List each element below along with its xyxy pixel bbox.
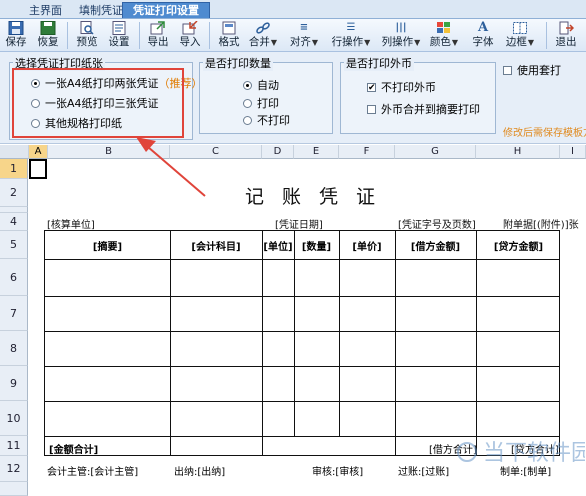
floppy-icon <box>8 21 24 35</box>
voucher-title: 记 账 凭 证 <box>244 186 382 208</box>
settings-button[interactable]: 设置 <box>107 20 131 51</box>
active-cell[interactable] <box>29 159 47 179</box>
foreign-no-print[interactable]: ✔ 不打印外币 <box>367 79 436 95</box>
align-icon: ≡ <box>299 22 309 33</box>
col-header-e[interactable]: E <box>294 145 339 159</box>
radio-selected[interactable] <box>243 80 252 90</box>
row-header[interactable]: 8 <box>0 331 28 366</box>
exit-icon <box>559 21 574 35</box>
date-field: [凭证日期] <box>275 220 323 231</box>
save-button[interactable]: 保存 <box>4 20 28 51</box>
row-header[interactable]: 4 <box>0 213 28 231</box>
col-header-f[interactable]: F <box>339 145 395 159</box>
rows-icon: ☰ <box>346 22 356 33</box>
row-ops-button[interactable]: ☰ 行操作▼ <box>330 20 372 51</box>
count-group-title: 是否打印数量 <box>203 55 273 71</box>
attach-field: 附单据[(附件)]张 <box>503 220 579 231</box>
import-button[interactable]: 导入 <box>178 20 202 51</box>
col-header-c[interactable]: C <box>170 145 262 159</box>
import-icon <box>182 21 198 35</box>
foreign-merge-summary[interactable]: 外币合并到摘要打印 <box>367 101 480 117</box>
checkbox[interactable] <box>503 65 512 75</box>
row-header[interactable]: 11 <box>0 436 28 456</box>
save-hint: 修改后需保存模板方 <box>503 128 586 139</box>
unit-field: [核算单位] <box>47 220 95 231</box>
col-header-a[interactable]: A <box>29 145 48 159</box>
settings-icon <box>112 21 126 35</box>
col-header-b[interactable]: B <box>48 145 170 159</box>
use-template-checkbox[interactable]: 使用套打 <box>503 62 561 78</box>
tab-bar: 主界面 填制凭证 凭证打印设置 <box>0 0 586 19</box>
header-debit: [借方金额] <box>410 242 461 253</box>
row-header[interactable] <box>0 482 28 496</box>
font-icon: A <box>477 20 489 35</box>
corner-cell[interactable] <box>0 145 29 159</box>
tab-print-settings[interactable]: 凭证打印设置 <box>122 2 210 18</box>
header-credit: [贷方金额] <box>493 242 544 253</box>
count-option-auto[interactable]: 自动 <box>243 77 279 93</box>
border-icon <box>513 22 527 34</box>
row-header[interactable]: 6 <box>0 259 28 296</box>
export-button[interactable]: 导出 <box>146 20 170 51</box>
count-option-none[interactable]: 不打印 <box>243 112 290 128</box>
row-header[interactable]: 12 <box>0 456 28 482</box>
header-quantity: [数量] <box>301 242 332 253</box>
count-option-print[interactable]: 打印 <box>243 95 279 111</box>
restore-icon <box>40 21 56 35</box>
exit-button[interactable]: 退出 <box>553 20 579 51</box>
row-header[interactable]: 5 <box>0 231 28 259</box>
signer-auditor: 审核:[审核] <box>312 467 364 478</box>
format-button[interactable]: 格式 <box>216 20 242 51</box>
watermark-logo: 当下软件园 <box>457 441 585 466</box>
watermark-text: 当下软件园 <box>483 441 585 466</box>
font-button[interactable]: A 字体 <box>470 20 496 51</box>
col-header-i[interactable]: I <box>560 145 586 159</box>
highlight-box <box>12 68 184 138</box>
signer-cashier: 出纳:[出纳] <box>174 467 226 478</box>
export-icon <box>150 21 165 35</box>
signer-poster: 过账:[过账] <box>398 467 450 478</box>
col-ops-button[interactable]: ||| 列操作▼ <box>380 20 422 51</box>
border-button[interactable]: 边框▼ <box>505 20 535 51</box>
toolbar: 保存 恢复 预览 设置 导出 导入 格式 合并▼ ≡ 对齐▼ ☰ 行操作▼ ||… <box>0 19 586 52</box>
row-header[interactable]: 9 <box>0 366 28 401</box>
preview-button[interactable]: 预览 <box>75 20 99 51</box>
header-summary: [摘要] <box>92 242 123 253</box>
col-header-h[interactable]: H <box>476 145 560 159</box>
foreign-group-title: 是否打印外币 <box>344 55 414 71</box>
header-account: [会计科目] <box>191 242 241 253</box>
palette-icon <box>437 22 450 33</box>
columns-icon: ||| <box>395 22 407 33</box>
align-button[interactable]: ≡ 对齐▼ <box>286 20 322 51</box>
checkbox-checked[interactable]: ✔ <box>367 82 376 92</box>
restore-button[interactable]: 恢复 <box>36 20 60 51</box>
total-label: [金额合计] <box>49 445 99 456</box>
radio[interactable] <box>243 98 252 108</box>
header-unit: [单位] <box>263 242 293 253</box>
link-icon <box>256 22 270 34</box>
voucher-no-field: [凭证字号及页数] <box>398 220 476 231</box>
tab-main[interactable]: 主界面 <box>18 2 73 18</box>
col-header-g[interactable]: G <box>395 145 476 159</box>
header-price: [单价] <box>352 242 382 253</box>
voucher-table: [摘要] [会计科目] [单位] [数量] [单价] [借方金额] [贷方金额]… <box>44 230 560 456</box>
color-button[interactable]: 颜色▼ <box>428 20 460 51</box>
foreign-group <box>340 62 496 134</box>
magnifier-icon <box>80 21 94 35</box>
signer-chief: 会计主管:[会计主管] <box>47 467 139 478</box>
row-header[interactable]: 1 <box>0 159 28 179</box>
radio[interactable] <box>243 115 252 125</box>
format-icon <box>222 21 236 35</box>
row-header[interactable]: 10 <box>0 401 28 436</box>
checkbox[interactable] <box>367 104 376 114</box>
merge-button[interactable]: 合并▼ <box>248 20 278 51</box>
row-header[interactable]: 7 <box>0 296 28 331</box>
col-header-d[interactable]: D <box>262 145 294 159</box>
